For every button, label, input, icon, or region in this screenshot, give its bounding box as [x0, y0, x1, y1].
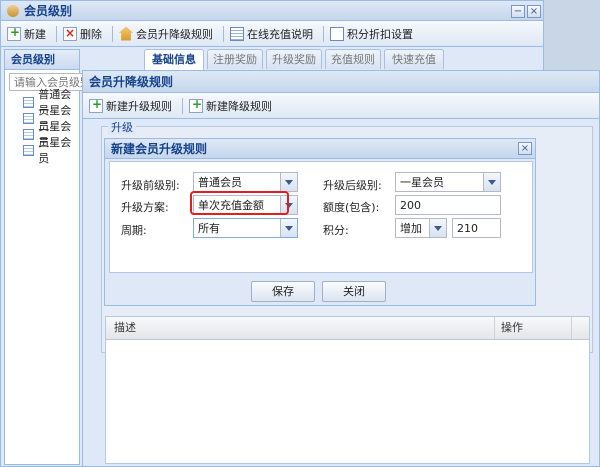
to-level-label: 升级后级别:	[323, 179, 382, 192]
toolbar-separator	[323, 25, 324, 42]
from-level-select[interactable]: 普通会员	[193, 172, 298, 192]
level-item[interactable]: 三星会员	[23, 136, 79, 165]
document-icon	[230, 26, 244, 41]
level-icon	[23, 112, 35, 124]
points-operation-select[interactable]: 增加	[395, 218, 447, 238]
level-panel-header: 会员级别	[5, 50, 79, 70]
toolbar-separator	[112, 25, 113, 42]
level-icon	[23, 144, 35, 156]
tab-recharge-rules[interactable]: 充值规则	[325, 49, 381, 69]
points-input[interactable]	[452, 218, 501, 238]
tab-quick-recharge[interactable]: 快速充值	[384, 49, 444, 69]
scheme-label: 升级方案:	[121, 201, 169, 214]
level-rules-button[interactable]: 会员升降级规则	[117, 23, 219, 45]
toolbar-separator	[223, 25, 224, 42]
from-level-label: 升级前级别:	[121, 179, 180, 192]
grid-header: 描述 操作	[106, 317, 589, 340]
chevron-down-icon[interactable]	[280, 173, 297, 191]
chevron-down-icon[interactable]	[429, 219, 446, 237]
tab-register-reward[interactable]: 注册奖励	[207, 49, 263, 69]
tab-basic-info[interactable]: 基础信息	[144, 49, 204, 71]
new-icon	[189, 97, 203, 113]
new-upgrade-rule-dialog: 新建会员升级规则 × 升级前级别: 普通会员 升级后级别: 一星会员 升级方案:…	[104, 138, 536, 306]
new-downgrade-rule-button[interactable]: 新建降级规则	[187, 95, 278, 117]
period-label: 周期:	[121, 224, 147, 237]
level-tree-panel: 会员级别 普通会员 一星会员 二星会员 三星会员	[4, 49, 149, 465]
tab-upgrade-reward[interactable]: 升级奖励	[266, 49, 322, 69]
dialog-titlebar[interactable]: 新建会员升级规则	[105, 139, 535, 159]
scheme-highlight-box	[190, 191, 289, 215]
level-icon	[23, 128, 35, 140]
period-select[interactable]: 所有	[193, 218, 298, 238]
new-icon	[7, 25, 21, 41]
user-icon	[7, 4, 19, 17]
points-discount-button[interactable]: 积分折扣设置	[328, 23, 419, 45]
online-recharge-info-button[interactable]: 在线充值说明	[228, 23, 319, 45]
toolbar-separator	[182, 97, 183, 114]
grid-icon	[330, 26, 344, 41]
upgrade-section-label: 升级	[108, 119, 136, 135]
chevron-down-icon[interactable]	[280, 219, 297, 237]
house-icon	[119, 26, 133, 41]
points-label: 积分:	[323, 224, 349, 237]
level-list: 普通会员 一星会员 二星会员 三星会员	[23, 88, 79, 165]
toolbar-separator	[56, 25, 57, 42]
quota-input[interactable]	[395, 195, 501, 215]
column-description[interactable]: 描述	[106, 317, 495, 339]
new-upgrade-rule-button[interactable]: 新建升级规则	[87, 95, 178, 117]
member-level-toolbar: 新建 ×删除 会员升降级规则 在线充值说明 积分折扣设置	[1, 21, 543, 47]
to-level-select[interactable]: 一星会员	[395, 172, 501, 192]
close-icon[interactable]: ×	[527, 5, 541, 18]
level-icon	[23, 96, 35, 108]
dialog-form: 升级前级别: 普通会员 升级后级别: 一星会员 升级方案: 单次充值金额 额度(…	[109, 161, 533, 273]
dialog-close-icon[interactable]: ×	[518, 142, 532, 155]
level-rules-titlebar[interactable]: 会员升降级规则	[83, 71, 599, 93]
rule-grid: 描述 操作	[105, 316, 590, 464]
window-title: 会员级别	[24, 4, 73, 18]
close-button[interactable]: 关闭	[322, 281, 386, 302]
new-button[interactable]: 新建	[5, 23, 52, 45]
level-rules-toolbar: 新建升级规则 新建降级规则	[83, 93, 599, 119]
chevron-down-icon[interactable]	[483, 173, 500, 191]
quota-label: 额度(包含):	[323, 201, 380, 214]
detail-tabs: 基础信息 注册奖励 升级奖励 充值规则 快速充值	[144, 49, 544, 71]
save-button[interactable]: 保存	[251, 281, 315, 302]
window-title: 会员升降级规则	[89, 75, 174, 89]
column-operation[interactable]: 操作	[495, 317, 572, 339]
member-level-titlebar[interactable]: 会员级别	[1, 1, 543, 21]
delete-button[interactable]: × 删除	[61, 23, 108, 45]
new-icon	[89, 97, 103, 113]
dialog-title: 新建会员升级规则	[111, 142, 208, 156]
minimize-icon[interactable]: −	[511, 5, 525, 18]
delete-icon: ×	[63, 25, 77, 41]
